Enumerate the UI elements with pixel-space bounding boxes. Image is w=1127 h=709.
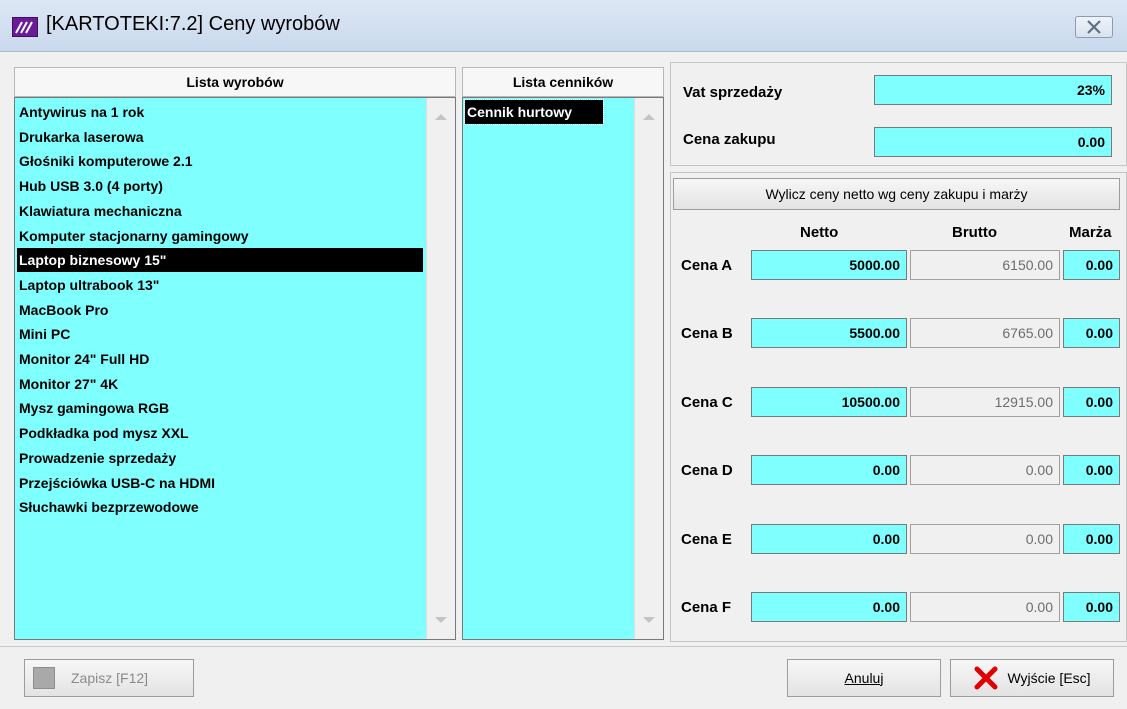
scroll-up-icon <box>643 114 655 120</box>
scroll-down-button[interactable] <box>431 609 451 631</box>
app-logo-icon <box>12 17 38 37</box>
exit-icon <box>974 666 998 690</box>
netto-field[interactable]: 10500.00 <box>751 386 907 417</box>
brutto-column-header: Brutto <box>952 224 997 241</box>
marza-field[interactable]: 0.00 <box>1063 523 1120 554</box>
product-list-item[interactable]: Komputer stacjonarny gamingowy <box>17 224 423 248</box>
footer-divider <box>0 646 1127 647</box>
pricelists-list[interactable]: Cennik hurtowy <box>462 97 664 640</box>
purchase-price-label: Cena zakupu <box>683 131 776 148</box>
netto-field[interactable]: 0.00 <box>751 592 907 622</box>
netto-field[interactable]: 5500.00 <box>751 318 907 349</box>
exit-button-label: Wyjście [Esc] <box>1007 670 1091 686</box>
product-list-item[interactable]: Przejściówka USB-C na HDMI <box>17 471 423 495</box>
scroll-down-button[interactable] <box>639 609 659 631</box>
price-label: Cena D <box>681 462 733 480</box>
marza-field[interactable]: 0.00 <box>1063 386 1120 417</box>
cancel-button-label: Anuluj <box>844 670 884 686</box>
product-list-item[interactable]: Głośniki komputerowe 2.1 <box>17 149 423 173</box>
exit-button[interactable]: Wyjście [Esc] <box>950 659 1114 697</box>
save-button[interactable]: Zapisz [F12] <box>24 659 194 697</box>
price-label: Cena E <box>681 530 732 548</box>
price-label: Cena B <box>681 325 733 343</box>
product-list-item[interactable]: Prowadzenie sprzedaży <box>17 446 423 470</box>
product-list-item[interactable]: Hub USB 3.0 (4 porty) <box>17 174 423 198</box>
vat-label: Vat sprzedaży <box>683 84 783 101</box>
purchase-price-field[interactable]: 0.00 <box>874 127 1112 157</box>
save-button-label: Zapisz [F12] <box>71 670 149 686</box>
brutto-field: 0.00 <box>910 523 1060 554</box>
marza-field[interactable]: 0.00 <box>1063 455 1120 486</box>
pricelists-scrollbar[interactable] <box>634 98 663 639</box>
products-scrollbar[interactable] <box>426 98 455 639</box>
save-icon <box>33 667 55 689</box>
scroll-up-button[interactable] <box>639 106 659 128</box>
vat-field[interactable]: 23% <box>874 75 1112 105</box>
netto-field[interactable]: 5000.00 <box>751 250 907 280</box>
pricelists-header: Lista cenników <box>462 67 664 97</box>
product-list-item[interactable]: Mysz gamingowa RGB <box>17 396 423 420</box>
scroll-up-icon <box>435 114 447 120</box>
price-label: Cena A <box>681 257 733 274</box>
product-list-item[interactable]: Słuchawki bezprzewodowe <box>17 495 423 519</box>
marza-field[interactable]: 0.00 <box>1063 592 1120 622</box>
price-label: Cena C <box>681 393 733 411</box>
product-list-item[interactable]: Drukarka laserowa <box>17 125 423 149</box>
price-label: Cena F <box>681 599 732 616</box>
brutto-field: 6150.00 <box>910 250 1060 280</box>
product-list-item[interactable]: MacBook Pro <box>17 298 423 322</box>
product-list-item[interactable]: Klawiatura mechaniczna <box>17 199 423 223</box>
close-icon <box>1087 20 1101 34</box>
calculate-net-prices-button[interactable]: Wylicz ceny netto wg ceny zakupu i marży <box>673 178 1120 210</box>
brutto-field: 0.00 <box>910 455 1060 486</box>
brutto-field: 6765.00 <box>910 318 1060 349</box>
product-list-item[interactable]: Antywirus na 1 rok <box>17 100 423 124</box>
products-list[interactable]: Antywirus na 1 rok Drukarka laserowa Głośn… <box>14 97 456 640</box>
netto-field[interactable]: 0.00 <box>751 455 907 486</box>
scroll-down-icon <box>435 617 447 623</box>
netto-column-header: Netto <box>800 224 839 241</box>
marza-field[interactable]: 0.00 <box>1063 250 1120 280</box>
scroll-down-icon <box>643 617 655 623</box>
product-list-item[interactable]: Laptop ultrabook 13" <box>17 273 423 297</box>
marza-field[interactable]: 0.00 <box>1063 318 1120 349</box>
products-header: Lista wyrobów <box>14 67 456 97</box>
marza-column-header: Marża <box>1069 224 1112 241</box>
window-title: [KARTOTEKI:7.2] Ceny wyrobów <box>46 13 340 35</box>
product-list-item[interactable]: Monitor 24" Full HD <box>17 347 423 371</box>
cancel-button[interactable]: Anuluj <box>787 659 941 697</box>
product-list-item[interactable]: Monitor 27" 4K <box>17 372 423 396</box>
product-list-item[interactable]: Mini PC <box>17 322 423 346</box>
brutto-field: 0.00 <box>910 592 1060 622</box>
close-button[interactable] <box>1075 16 1113 38</box>
netto-field[interactable]: 0.00 <box>751 523 907 554</box>
product-list-item[interactable]: Laptop biznesowy 15" <box>17 248 423 273</box>
pricelist-list-item[interactable]: Cennik hurtowy <box>464 99 604 125</box>
scroll-up-button[interactable] <box>431 106 451 128</box>
brutto-field: 12915.00 <box>910 386 1060 417</box>
product-list-item[interactable]: Podkładka pod mysz XXL <box>17 421 423 445</box>
